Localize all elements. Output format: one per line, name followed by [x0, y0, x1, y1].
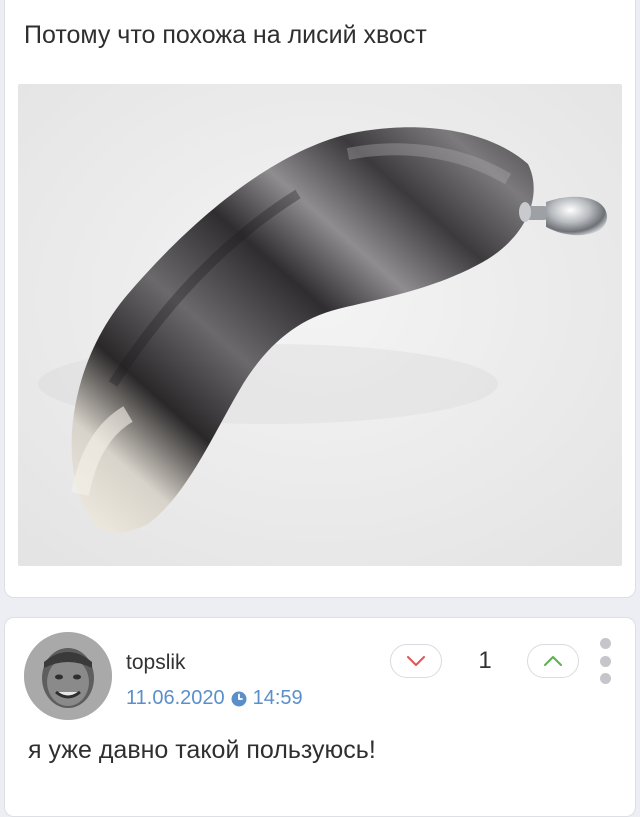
comment-date: 11.06.2020: [126, 687, 225, 709]
upvote-button[interactable]: [527, 644, 579, 678]
comment-timestamp: 11.06.2020 14:59: [126, 687, 303, 710]
comment-score: 1: [478, 647, 492, 674]
menu-dot: [599, 655, 611, 667]
post-text: Потому что похожа на лисий хвост: [24, 21, 427, 49]
comment-time: 14:59: [252, 687, 303, 709]
menu-dot: [599, 673, 611, 684]
post-image[interactable]: [18, 84, 622, 566]
clock-icon: [231, 691, 247, 706]
avatar[interactable]: [24, 632, 112, 720]
comment-username[interactable]: topslik: [126, 651, 186, 675]
comment-text: я уже давно такой пользуюсь!: [28, 736, 376, 764]
menu-dot: [599, 638, 611, 649]
more-vertical-icon[interactable]: [597, 638, 613, 684]
downvote-button[interactable]: [390, 644, 442, 678]
chevron-up-icon: [544, 656, 562, 666]
chevron-down-icon: [407, 656, 425, 666]
